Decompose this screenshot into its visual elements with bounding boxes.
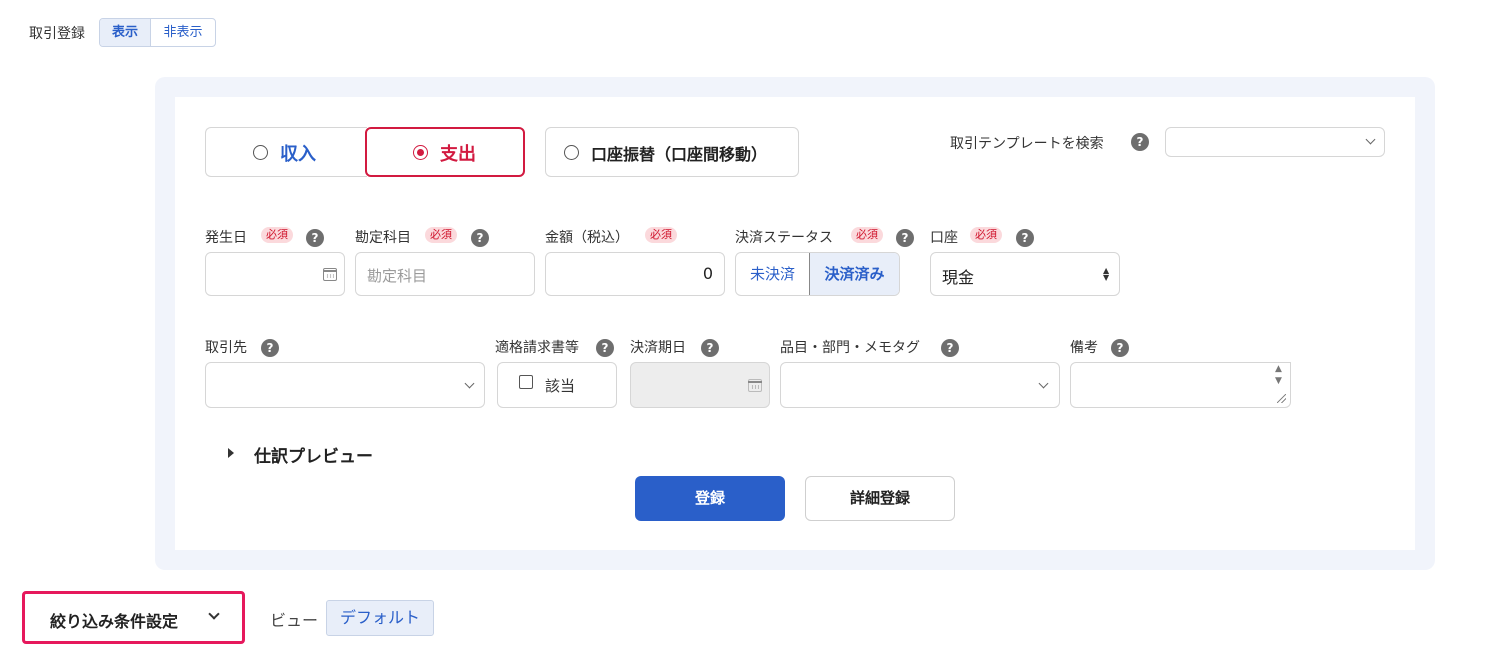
required-badge: 必須 (645, 227, 677, 243)
status-label: 決済ステータス (735, 230, 833, 246)
invoice-label: 適格請求書等 (495, 340, 579, 356)
calendar-icon (748, 379, 762, 392)
status-unpaid-button[interactable]: 未決済 (736, 253, 809, 295)
help-icon[interactable]: ? (306, 229, 324, 247)
account-item-placeholder: 勘定科目 (367, 267, 428, 285)
resize-handle-icon[interactable] (1277, 394, 1286, 403)
tab-expense-label: 支出 (440, 144, 476, 165)
account-select[interactable]: 現金 ▲ ▼ (930, 252, 1120, 296)
toggle-show-button[interactable]: 表示 (100, 19, 151, 46)
display-toggle: 表示 非表示 (99, 18, 216, 47)
amount-input[interactable]: 0 (545, 252, 725, 296)
filter-settings-label: 絞り込み条件設定 (50, 612, 179, 631)
radio-icon (253, 145, 268, 160)
view-select[interactable]: デフォルト (326, 600, 434, 636)
calendar-icon (323, 268, 337, 281)
help-icon[interactable]: ? (261, 339, 279, 357)
account-label: 口座 (930, 230, 958, 246)
toggle-hide-button[interactable]: 非表示 (151, 19, 215, 46)
sort-arrows-icon: ▲ ▼ (1103, 266, 1110, 282)
due-date-label: 決済期日 (630, 340, 686, 356)
memo-textarea[interactable]: ▲ ▼ (1070, 362, 1291, 408)
amount-value: 0 (702, 264, 713, 283)
tab-expense[interactable]: 支出 (365, 127, 525, 177)
invoice-checkbox-field[interactable]: 該当 (497, 362, 617, 408)
radio-icon (564, 145, 579, 160)
radio-selected-icon (413, 145, 428, 160)
view-label: ビュー (270, 611, 319, 630)
help-icon[interactable]: ? (471, 229, 489, 247)
chevron-down-icon (464, 378, 475, 389)
tags-select[interactable] (780, 362, 1060, 408)
tab-transfer-label: 口座振替（口座間移動） (591, 145, 768, 164)
date-label: 発生日 (205, 230, 247, 246)
chevron-down-icon (208, 608, 220, 620)
account-value: 現金 (942, 268, 975, 287)
detail-register-button[interactable]: 詳細登録 (805, 476, 955, 521)
account-item-input[interactable]: 勘定科目 (355, 252, 535, 296)
help-icon[interactable]: ? (896, 229, 914, 247)
template-search-select[interactable] (1165, 127, 1385, 157)
filter-settings-button[interactable]: 絞り込み条件設定 (22, 591, 245, 644)
partner-label: 取引先 (205, 340, 247, 356)
required-badge: 必須 (970, 227, 1002, 243)
scroll-up-icon[interactable]: ▲ (1275, 364, 1282, 374)
help-icon[interactable]: ? (596, 339, 614, 357)
required-badge: 必須 (261, 227, 293, 243)
due-date-input[interactable] (630, 362, 770, 408)
template-search-label: 取引テンプレートを検索 (950, 136, 1104, 152)
help-icon[interactable]: ? (941, 339, 959, 357)
tags-label: 品目・部門・メモタグ (780, 340, 920, 356)
account-item-label: 勘定科目 (355, 230, 411, 246)
required-badge: 必須 (425, 227, 457, 243)
help-icon[interactable]: ? (701, 339, 719, 357)
help-icon[interactable]: ? (1111, 339, 1129, 357)
scroll-down-icon[interactable]: ▼ (1275, 376, 1282, 386)
help-icon[interactable]: ? (1131, 133, 1149, 151)
status-toggle: 未決済 決済済み (735, 252, 900, 296)
preview-label: 仕訳プレビュー (254, 447, 373, 467)
tab-transfer[interactable]: 口座振替（口座間移動） (545, 127, 799, 177)
caret-right-icon (228, 448, 234, 458)
invoice-checkbox-label: 該当 (545, 377, 576, 395)
register-button[interactable]: 登録 (635, 476, 785, 521)
tab-income-label: 収入 (280, 144, 316, 165)
help-icon[interactable]: ? (1016, 229, 1034, 247)
tab-income[interactable]: 収入 (205, 127, 367, 177)
date-input[interactable] (205, 252, 345, 296)
partner-select[interactable] (205, 362, 485, 408)
chevron-down-icon (1038, 378, 1049, 389)
checkbox-icon[interactable] (519, 375, 533, 389)
memo-label: 備考 (1070, 340, 1098, 356)
amount-label: 金額（税込） (545, 230, 629, 246)
status-paid-button[interactable]: 決済済み (809, 253, 899, 295)
required-badge: 必須 (851, 227, 883, 243)
chevron-down-icon (1365, 134, 1376, 145)
section-title: 取引登録 (29, 26, 85, 42)
